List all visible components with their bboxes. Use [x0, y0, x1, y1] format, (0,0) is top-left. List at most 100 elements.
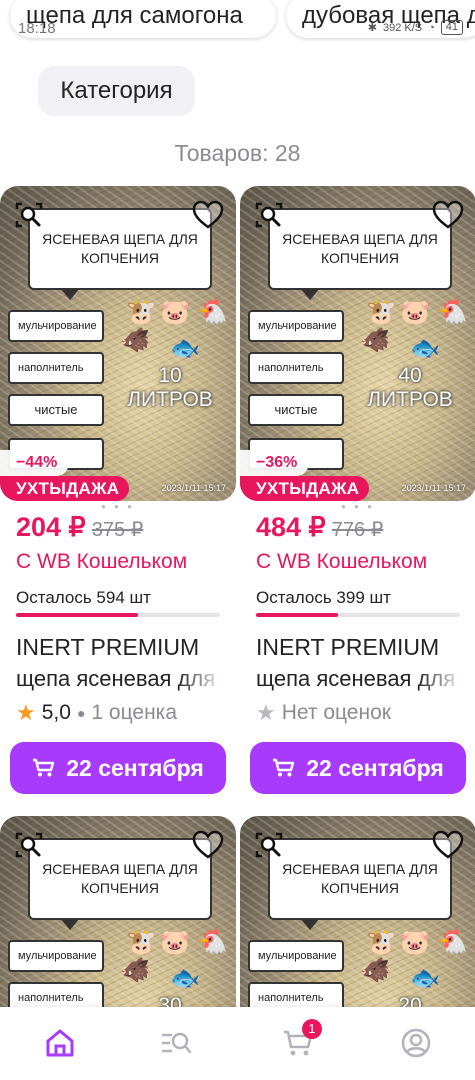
product-name[interactable]: щепа ясеневая для копчения [16, 666, 224, 692]
delivery-date: 22 сентября [66, 754, 204, 781]
image-volume: 10 ЛИТРОВ [127, 364, 213, 411]
chicken-icon: 🐔 [198, 299, 228, 326]
rating: ★ 5,0 ● 1 оценка [16, 700, 177, 726]
profile-icon[interactable] [400, 1027, 432, 1059]
favorite-heart-icon[interactable] [192, 830, 224, 860]
fish-icon: 🐟 [170, 965, 200, 992]
category-filter-button[interactable]: Категория [38, 66, 195, 116]
status-icons: ✱ 392 K/S ◔ 41 [368, 20, 463, 35]
boar-icon: 🐗 [360, 957, 390, 984]
rating: ★ Нет оценок [256, 700, 391, 726]
visual-search-icon[interactable] [14, 200, 44, 230]
product-name[interactable]: щепа ясеневая для копчения [256, 666, 464, 692]
fish-icon: 🐟 [410, 965, 440, 992]
price-row: 484 ₽776 ₽ [256, 512, 383, 543]
pig-icon: 🐷 [400, 929, 430, 956]
cow-icon: 🐮 [126, 929, 156, 956]
photo-timestamp: 2023/1/11 15:17 [401, 483, 466, 493]
cow-icon: 🐮 [126, 299, 156, 326]
separator-dot: ● [76, 705, 86, 721]
wallet-note: С WB Кошельком [256, 550, 428, 573]
bubble-tail [300, 288, 320, 300]
status-time: 18:18 [18, 20, 56, 37]
favorite-heart-icon[interactable] [192, 200, 224, 230]
boar-icon: 🐗 [360, 327, 390, 354]
chicken-icon: 🐔 [438, 929, 468, 956]
catalog-icon[interactable] [160, 1027, 192, 1059]
visual-search-icon[interactable] [254, 830, 284, 860]
price-row: 204 ₽375 ₽ [16, 512, 143, 543]
discount-badge: −44% [0, 450, 70, 476]
bluetooth-icon: ✱ [367, 22, 377, 34]
product-image[interactable]: ЯСЕНЕВАЯ ЩЕПА ДЛЯ КОПЧЕНИЯ мульчирование… [240, 186, 475, 501]
bubble-tail [60, 918, 80, 930]
wallet-note: С WB Кошельком [16, 550, 188, 573]
bubble-tail [60, 288, 80, 300]
pig-icon: 🐷 [160, 929, 190, 956]
promo-badge: УХТЫДАЖА [0, 476, 130, 501]
image-pager-dots: ● ● ● [101, 502, 135, 511]
rating-count: 1 оценка [91, 701, 177, 724]
price: 484 ₽ [256, 512, 326, 542]
discount-badge: −36% [240, 450, 310, 476]
add-to-cart-button[interactable]: 22 сентября [250, 742, 466, 794]
stock-bar [16, 613, 220, 617]
image-tag: наполнитель [248, 352, 344, 384]
visual-search-icon[interactable] [14, 830, 44, 860]
image-title: ЯСЕНЕВАЯ ЩЕПА ДЛЯ КОПЧЕНИЯ [28, 208, 212, 290]
cow-icon: 🐮 [366, 299, 396, 326]
image-title: ЯСЕНЕВАЯ ЩЕПА ДЛЯ КОПЧЕНИЯ [268, 838, 452, 920]
image-volume: 40 ЛИТРОВ [367, 364, 453, 411]
favorite-heart-icon[interactable] [432, 200, 464, 230]
image-tag: наполнитель [8, 352, 104, 384]
image-tag: мульчирование [8, 940, 104, 972]
cart-badge: 1 [302, 1019, 322, 1039]
image-title: ЯСЕНЕВАЯ ЩЕПА ДЛЯ КОПЧЕНИЯ [268, 208, 452, 290]
star-icon: ★ [16, 700, 36, 725]
chicken-icon: 🐔 [198, 929, 228, 956]
home-icon[interactable] [44, 1027, 76, 1059]
bubble-tail [300, 918, 320, 930]
network-speed: 392 K/S [382, 21, 423, 34]
stock-bar-fill [16, 613, 139, 617]
product-image[interactable]: ЯСЕНЕВАЯ ЩЕПА ДЛЯ КОПЧЕНИЯ мульчирование… [0, 186, 236, 501]
cow-icon: 🐮 [366, 929, 396, 956]
product-brand: INERT PREMIUM [256, 634, 440, 660]
stock-bar [256, 613, 460, 617]
battery-indicator: 41 [440, 20, 463, 35]
cart-icon [33, 758, 55, 777]
price: 204 ₽ [16, 512, 86, 542]
stock-bar-fill [256, 613, 338, 617]
product-brand: INERT PREMIUM [16, 634, 200, 660]
chicken-icon: 🐔 [438, 299, 468, 326]
photo-timestamp: 2023/1/11 15:17 [161, 483, 226, 493]
star-icon: ★ [256, 700, 276, 725]
rating-value: 5,0 [41, 701, 71, 724]
pig-icon: 🐷 [160, 299, 190, 326]
wifi-icon: ◔ [428, 21, 435, 34]
fish-icon: 🐟 [170, 335, 200, 362]
old-price: 375 ₽ [91, 519, 144, 541]
results-count: Товаров: 28 [174, 140, 301, 166]
promo-badge: УХТЫДАЖА [240, 476, 370, 501]
delivery-date: 22 сентября [306, 754, 444, 781]
favorite-heart-icon[interactable] [432, 830, 464, 860]
add-to-cart-button[interactable]: 22 сентября [10, 742, 226, 794]
fish-icon: 🐟 [410, 335, 440, 362]
image-tag: чистые [8, 394, 104, 426]
stock-left: Осталось 399 шт [256, 588, 391, 607]
rating-count: Нет оценок [281, 701, 391, 724]
image-tag: мульчирование [8, 310, 104, 342]
image-tag: мульчирование [248, 940, 344, 972]
image-tag: мульчирование [248, 310, 344, 342]
boar-icon: 🐗 [120, 327, 150, 354]
image-title: ЯСЕНЕВАЯ ЩЕПА ДЛЯ КОПЧЕНИЯ [28, 838, 212, 920]
boar-icon: 🐗 [120, 957, 150, 984]
cart-icon [273, 758, 295, 777]
visual-search-icon[interactable] [254, 200, 284, 230]
image-tag: чистые [248, 394, 344, 426]
image-pager-dots: ● ● ● [341, 502, 375, 511]
search-suggestions: щепа для самогона дубовая щепа для 18:18… [0, 0, 475, 42]
old-price: 776 ₽ [331, 519, 384, 541]
pig-icon: 🐷 [400, 299, 430, 326]
